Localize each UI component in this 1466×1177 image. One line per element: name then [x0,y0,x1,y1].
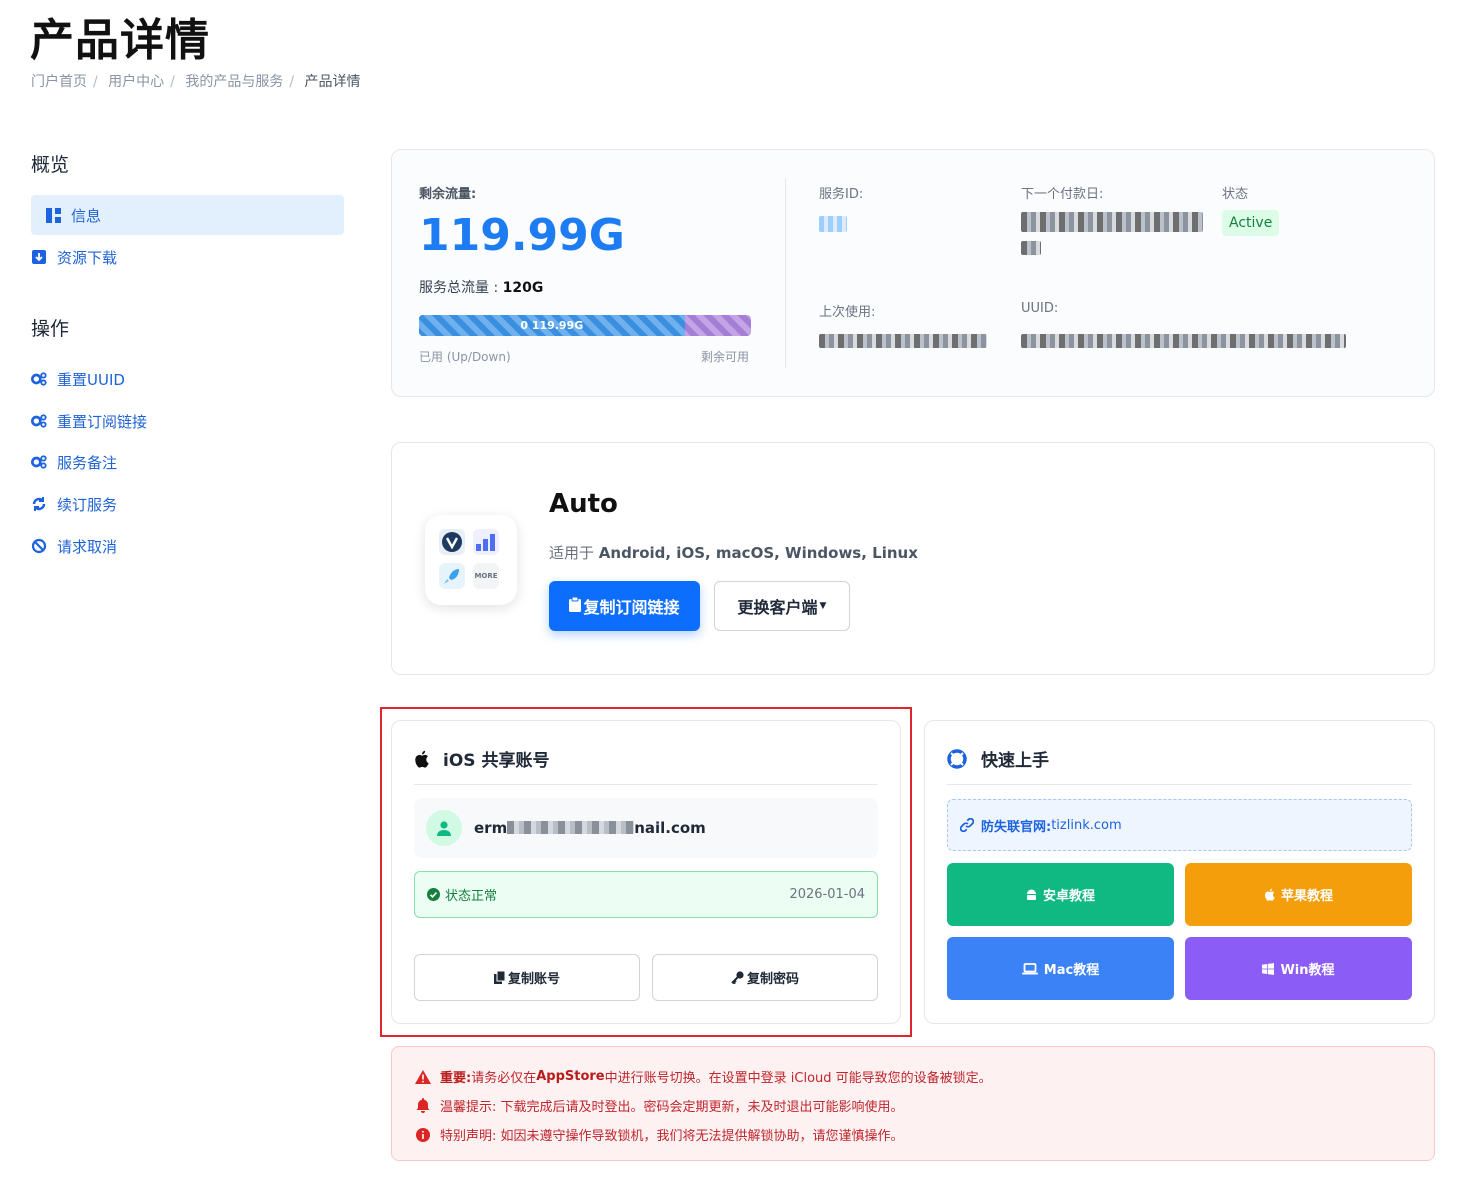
account-status: 状态正常 [427,885,497,904]
client-platforms: 适用于 Android, iOS, macOS, Windows, Linux [549,544,918,562]
card-header-divider [947,784,1412,785]
breadcrumb-home[interactable]: 门户首页 [31,74,87,90]
alert-important: 重要: 请务必仅在 AppStore 中进行账号切换。在设置中登录 iCloud… [414,1067,992,1086]
apple-icon [414,750,429,768]
v2ray-icon [439,529,465,555]
user-avatar-icon [426,810,462,846]
last-used-label: 上次使用: [819,305,876,320]
client-app-icon: MORE [425,515,517,605]
caret-down-icon: ▼ [819,601,827,611]
laptop-icon [1021,962,1038,975]
alert-tip: 温馨提示: 下载完成后请及时登出。密码会定期更新，未及时退出可能影响使用。 [414,1096,904,1115]
warning-alert: 重要: 请务必仅在 AppStore 中进行账号切换。在设置中登录 iCloud… [391,1046,1435,1161]
breadcrumb-current: 产品详情 [304,74,361,90]
sidebar-item-reset-subscription[interactable]: 重置订阅链接 [31,401,344,441]
sidebar-item-service-note[interactable]: 服务备注 [31,442,344,482]
used-label: 已用 (Up/Down) [419,350,511,364]
lifebuoy-icon [947,748,967,769]
gears-icon [31,413,47,429]
service-id-value-redacted [819,216,847,232]
switch-client-button[interactable]: 更换客户端 ▼ [714,581,850,631]
sidebar-item-reset-uuid[interactable]: 重置UUID [31,359,344,399]
client-card: MORE Auto 适用于 Android, iOS, macOS, Windo… [391,442,1435,675]
gears-icon [31,454,47,470]
service-id-label: 服务ID: [819,187,864,202]
account-status-date: 2026-01-04 [789,887,865,902]
bell-icon [414,1098,432,1113]
copy-account-button[interactable]: 复制账号 [414,954,640,1001]
service-info-card: 剩余流量: 119.99G 服务总流量 : 120G 0 119.99G 已用 … [391,149,1435,397]
renew-icon [31,496,47,512]
windows-icon [1262,962,1275,975]
clipboard-icon [569,596,582,616]
sidebar-actions-heading: 操作 [31,318,70,340]
email-redacted [507,821,635,834]
sidebar-item-label: 重置订阅链接 [57,412,148,431]
account-row: erm nail.com [414,798,878,858]
ban-icon [31,538,47,554]
last-used-value-redacted [819,334,987,348]
breadcrumb-user-center[interactable]: 用户中心 [108,74,164,90]
android-tutorial-button[interactable]: 安卓教程 [947,863,1174,926]
breadcrumb-my-products[interactable]: 我的产品与服务 [185,74,283,90]
next-payment-value-redacted-2 [1021,241,1041,255]
warning-triangle-icon [414,1069,432,1084]
download-icon [31,249,47,265]
total-traffic: 服务总流量 : 120G [419,280,544,296]
sidebar-item-renew[interactable]: 续订服务 [31,484,344,524]
key-icon [731,971,744,984]
official-site-link[interactable]: 防失联官网: tizlink.com [947,799,1412,851]
signal-bars-icon [473,529,499,555]
traffic-progress-fill: 0 119.99G [419,315,685,336]
apple-icon [1264,888,1275,901]
card-header-divider [414,784,878,785]
sidebar-overview-heading: 概览 [31,154,70,176]
more-icon: MORE [473,563,499,589]
sidebar-item-label: 重置UUID [57,370,125,389]
sidebar-item-info[interactable]: 信息 [31,195,344,235]
check-circle-icon [427,888,440,901]
card-divider [785,178,786,368]
account-status-box: 状态正常 2026-01-04 [414,871,878,918]
mac-tutorial-button[interactable]: Mac教程 [947,937,1174,1000]
sidebar-item-cancel[interactable]: 请求取消 [31,526,344,566]
windows-tutorial-button[interactable]: Win教程 [1185,937,1412,1000]
android-icon [1026,889,1037,901]
status-label: 状态 [1222,187,1249,202]
client-name: Auto [549,489,618,519]
ios-account-card: iOS 共享账号 erm nail.com 状态正常 2026-01-04 复制账… [391,720,901,1024]
remaining-available-label: 剩余可用 [701,350,750,364]
copy-subscription-button[interactable]: 复制订阅链接 [549,581,700,631]
sidebar-item-label: 续订服务 [57,495,118,514]
remaining-traffic-value: 119.99G [419,210,625,261]
uuid-value-redacted [1021,334,1346,348]
copy-password-button[interactable]: 复制密码 [652,954,878,1001]
next-payment-label: 下一个付款日: [1021,187,1104,202]
dashboard-icon [45,207,61,223]
ios-account-heading: iOS 共享账号 [414,746,549,771]
rocket-icon [439,563,465,589]
sidebar-item-label: 信息 [71,206,102,225]
alert-notice: 特别声明: 如因未遵守操作导致锁机，我们将无法提供解锁协助，请您谨慎操作。 [414,1125,904,1144]
sidebar-item-label: 服务备注 [57,453,118,472]
uuid-label: UUID: [1021,301,1059,316]
apple-tutorial-button[interactable]: 苹果教程 [1185,863,1412,926]
copy-icon [493,971,505,984]
quickstart-card: 快速上手 防失联官网: tizlink.com 安卓教程 苹果教程 Mac教程 … [924,720,1435,1024]
link-icon [960,818,974,832]
status-badge: Active [1222,210,1280,236]
remaining-traffic-label: 剩余流量: [419,187,477,202]
sidebar-item-label: 资源下载 [57,248,118,267]
sidebar-item-downloads[interactable]: 资源下载 [31,237,344,277]
traffic-progress-bar: 0 119.99G [419,315,751,336]
gears-icon [31,371,47,387]
info-circle-icon [414,1127,432,1142]
page-title: 产品详情 [30,15,210,66]
account-email: erm nail.com [474,819,706,837]
next-payment-value-redacted [1021,212,1203,232]
sidebar-item-label: 请求取消 [57,537,118,556]
breadcrumb: 门户首页 / 用户中心 / 我的产品与服务 / 产品详情 [31,74,361,90]
quickstart-heading: 快速上手 [947,746,1049,771]
